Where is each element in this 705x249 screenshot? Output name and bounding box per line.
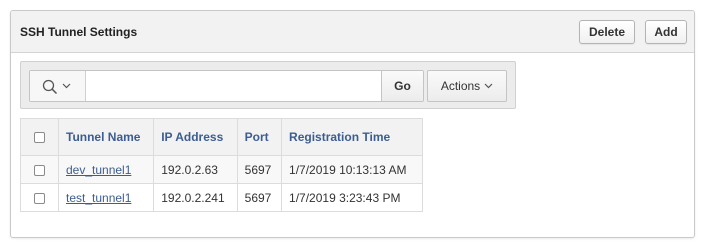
ip-address-cell: 192.0.2.63	[153, 155, 238, 184]
tunnel-name-cell: test_tunnel1	[57, 183, 155, 212]
go-button[interactable]: Go	[381, 71, 423, 101]
column-header-registration-time[interactable]: Registration Time	[281, 118, 423, 156]
table-header-row: Tunnel Name IP Address Port Registration…	[20, 118, 423, 156]
row-checkbox[interactable]	[34, 192, 45, 204]
region-title: SSH Tunnel Settings	[20, 25, 138, 39]
row-select-cell	[20, 183, 59, 212]
report-toolbar: Go Actions	[20, 61, 516, 109]
port-cell: 5697	[236, 155, 283, 184]
actions-button[interactable]: Actions	[427, 70, 507, 102]
ip-address-cell: 192.0.2.241	[153, 183, 238, 212]
column-header-tunnel-name[interactable]: Tunnel Name	[57, 118, 155, 156]
column-header-port[interactable]: Port	[236, 118, 283, 156]
search-input[interactable]	[87, 71, 381, 101]
select-all-checkbox[interactable]	[34, 132, 45, 144]
row-checkbox[interactable]	[34, 164, 45, 176]
region-header: SSH Tunnel Settings Delete Add	[11, 11, 694, 53]
tunnel-name-link[interactable]: test_tunnel1	[66, 191, 131, 205]
row-select-cell	[20, 155, 59, 184]
search-icon	[42, 79, 58, 95]
tunnel-table: Tunnel Name IP Address Port Registration…	[20, 118, 423, 212]
tunnel-name-link[interactable]: dev_tunnel1	[66, 163, 131, 177]
registration-time-cell: 1/7/2019 10:13:13 AM	[281, 155, 423, 184]
table-row: dev_tunnel1 192.0.2.63 5697 1/7/2019 10:…	[20, 155, 423, 184]
search-group: Go	[29, 70, 424, 102]
table-row: test_tunnel1 192.0.2.241 5697 1/7/2019 3…	[20, 183, 423, 212]
chevron-down-icon	[62, 83, 71, 89]
delete-button[interactable]: Delete	[579, 20, 635, 44]
chevron-down-icon	[484, 83, 493, 89]
ssh-tunnel-region: SSH Tunnel Settings Delete Add Go Action…	[10, 10, 695, 238]
search-column-menu[interactable]	[30, 71, 86, 101]
column-header-ip-address[interactable]: IP Address	[153, 118, 238, 156]
select-all-cell	[20, 118, 59, 156]
actions-label: Actions	[440, 79, 481, 93]
tunnel-name-cell: dev_tunnel1	[57, 155, 155, 184]
add-button[interactable]: Add	[645, 20, 687, 44]
port-cell: 5697	[236, 183, 283, 212]
registration-time-cell: 1/7/2019 3:23:43 PM	[281, 183, 423, 212]
